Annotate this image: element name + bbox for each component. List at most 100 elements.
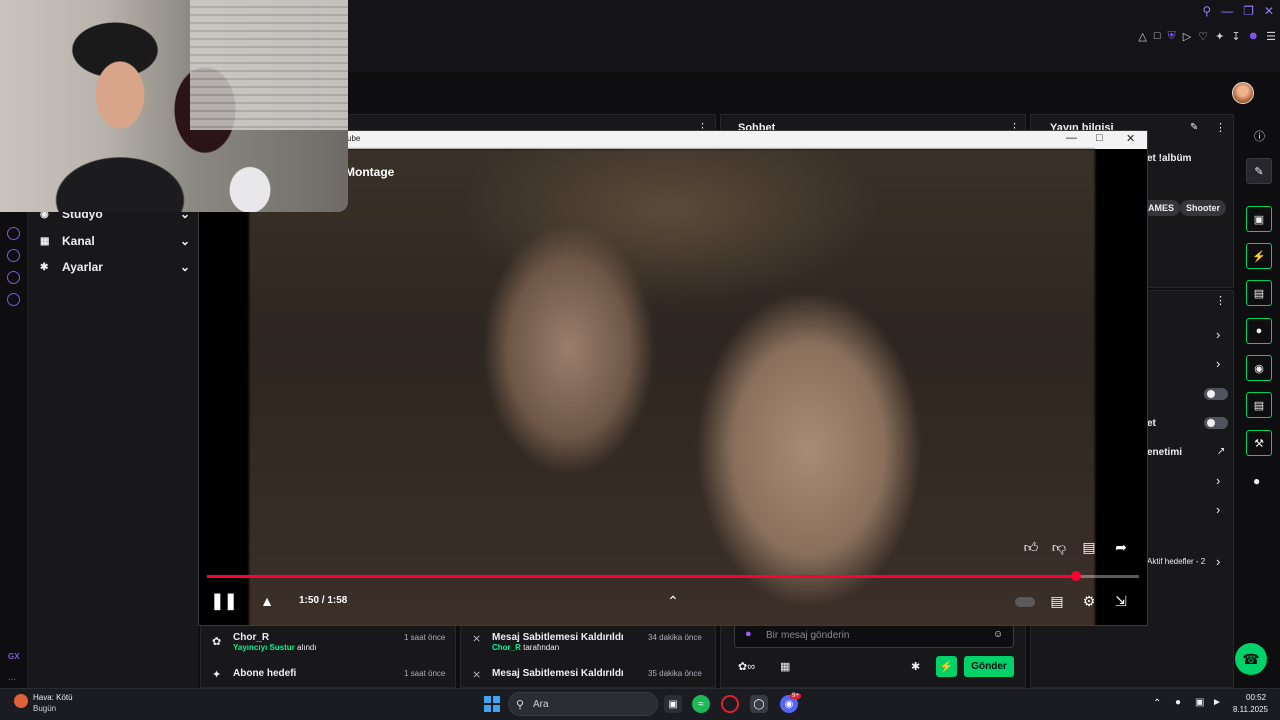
history-icon[interactable] <box>7 249 20 262</box>
chevron-right-icon[interactable]: › <box>1216 327 1220 342</box>
gear-icon[interactable]: ⚙ <box>1079 591 1099 611</box>
chevron-right-icon[interactable]: › <box>1216 473 1220 488</box>
clock-time[interactable]: 00:52 <box>1246 693 1266 702</box>
stream-title-fragment: et !albüm <box>1147 153 1192 164</box>
chevron-down-icon: ⌄ <box>179 260 190 274</box>
settings-icon[interactable] <box>7 293 20 306</box>
list-item[interactable]: Mesaj Sabitlemesi Kaldırıldı Chor_R tara… <box>492 632 624 652</box>
close-icon[interactable]: ✕ <box>1126 132 1135 145</box>
unpin-icon: ⨯ <box>472 633 482 645</box>
bits-icon[interactable]: ✿∞ <box>738 660 755 673</box>
send-button[interactable]: Gönder <box>964 656 1014 677</box>
snapshot-icon[interactable]: □ <box>1154 30 1161 43</box>
comments-icon[interactable]: ▤ <box>1079 537 1099 557</box>
store-icon[interactable]: ▦ <box>780 660 790 673</box>
minimize-icon[interactable]: — <box>1221 4 1233 18</box>
support-icon[interactable]: ☎ <box>1235 643 1267 675</box>
external-link-icon[interactable]: ↗ <box>1217 446 1225 457</box>
clip-icon[interactable]: ▣ <box>1246 206 1272 232</box>
share-icon[interactable]: ➦ <box>1111 537 1131 557</box>
edit-icon[interactable]: ✎ <box>1190 122 1198 133</box>
dislike-icon[interactable]: 👎︎ <box>1049 537 1069 557</box>
menu-icon[interactable]: ☰ <box>1266 30 1276 43</box>
maximize-icon[interactable]: □ <box>1096 132 1103 144</box>
toggle-switch[interactable] <box>1204 388 1228 400</box>
speaker-icon[interactable]: ► <box>1212 697 1222 708</box>
chevron-right-icon[interactable]: › <box>1216 502 1220 517</box>
event-time: 34 dakika önce <box>648 633 702 642</box>
chevron-right-icon[interactable]: › <box>1216 356 1220 371</box>
search-icon[interactable]: ⚲ <box>1202 4 1211 18</box>
chevron-right-icon[interactable]: › <box>1216 554 1220 569</box>
task-view-icon[interactable]: ▣ <box>664 695 682 713</box>
play-icon[interactable]: ▷ <box>1183 30 1191 43</box>
toggle-switch[interactable] <box>1204 417 1228 429</box>
more-options-icon[interactable]: ⋮ <box>1215 121 1226 134</box>
pause-icon[interactable]: ❚❚ <box>211 591 238 611</box>
list-item[interactable]: Mesaj Sabitlemesi Kaldırıldı <box>492 668 624 679</box>
emoji-icon[interactable]: ☺ <box>993 629 1003 640</box>
more-icon[interactable]: ... <box>8 672 16 683</box>
layout-icon[interactable]: ▤ <box>1246 392 1272 418</box>
windows-start-icon[interactable] <box>484 696 500 712</box>
wrench-icon[interactable]: ⚒ <box>1246 430 1272 456</box>
volume-icon[interactable]: ▲ <box>257 591 277 611</box>
chevron-up-icon[interactable]: ⌃ <box>663 591 683 611</box>
browser-toolbar: △ □ ⛨ ▷ ♡ ✦ ↧ ☻ ☰ <box>1138 30 1276 43</box>
opera-gx-icon[interactable]: ◯ <box>750 695 768 713</box>
list-item[interactable]: Chor_R Yayıncıyı Sustur alındı <box>233 632 317 652</box>
opera-icon[interactable] <box>721 695 739 713</box>
spotify-icon[interactable]: ≈ <box>692 695 710 713</box>
list-item[interactable]: Abone hedefi <box>233 668 296 679</box>
display-icon[interactable]: ▣ <box>1195 697 1204 708</box>
heart-icon[interactable]: ♡ <box>1198 30 1208 43</box>
account-icon[interactable]: ☻ <box>1248 30 1260 43</box>
mic-icon[interactable]: ● <box>1175 697 1181 708</box>
shield-icon[interactable]: ⛨ <box>1168 30 1176 43</box>
sidebar-app-icon[interactable] <box>7 227 20 240</box>
minimize-icon[interactable]: — <box>1066 132 1077 144</box>
extension-icon[interactable]: ⚡ <box>936 656 957 677</box>
search-icon: ⚲ <box>516 699 525 711</box>
restore-icon[interactable]: ❐ <box>1243 4 1254 18</box>
clock-date[interactable]: 8.11.2025 <box>1233 705 1268 714</box>
chat-bubble-icon[interactable]: ● <box>1246 318 1272 344</box>
download-icon[interactable]: ↧ <box>1231 30 1240 43</box>
nav-item-channel[interactable]: ▦ Kanal ⌄ <box>40 230 190 252</box>
progress-fill <box>207 575 1076 578</box>
extensions-icon[interactable]: ✦ <box>1215 30 1224 43</box>
avatar[interactable] <box>1232 82 1254 104</box>
autoplay-toggle[interactable] <box>1015 597 1035 607</box>
event-time: 1 saat önce <box>404 669 446 678</box>
like-icon[interactable]: 👍︎ <box>1021 537 1041 557</box>
chevron-up-icon[interactable]: ⌃ <box>1153 698 1161 709</box>
broadcast-icon[interactable]: ◉ <box>1246 355 1272 381</box>
nav-item-settings[interactable]: ✱ Ayarlar ⌄ <box>40 256 190 278</box>
lightning-icon[interactable]: ⚡ <box>1246 243 1272 269</box>
pin-icon[interactable]: △ <box>1138 30 1146 43</box>
taskbar-search[interactable] <box>508 692 658 716</box>
info-icon[interactable]: ⓘ <box>1254 128 1265 144</box>
time-display: 1:50 / 1:58 <box>299 595 348 606</box>
nav-item-label: Ayarlar <box>62 260 103 274</box>
weather-subtitle: Bugün <box>33 704 57 713</box>
exit-fullscreen-icon[interactable]: ⇲ <box>1111 591 1131 611</box>
more-options-icon[interactable]: ⋮ <box>1215 294 1226 307</box>
settings-icon: ✱ <box>40 261 49 273</box>
settings-icon[interactable]: ✱ <box>911 660 920 673</box>
browser-window-controls: ⚲ — ❐ ✕ <box>1202 4 1274 18</box>
category-tag[interactable]: Shooter <box>1180 200 1227 216</box>
progress-handle[interactable] <box>1071 571 1081 581</box>
mic-icon[interactable]: ● <box>745 628 752 640</box>
extensions-icon[interactable]: ● <box>1253 474 1260 488</box>
edit-icon[interactable]: ✎ <box>1246 158 1272 184</box>
weather-icon[interactable] <box>14 694 28 708</box>
notes-icon[interactable]: ▤ <box>1246 280 1272 306</box>
weather-title[interactable]: Hava: Kötü <box>33 693 73 702</box>
sidebar-app-icon[interactable] <box>7 271 20 284</box>
active-goals-label[interactable]: Aktif hedefler - 2 <box>1147 557 1205 566</box>
subtitles-icon[interactable]: ▤ <box>1047 591 1067 611</box>
close-icon[interactable]: ✕ <box>1264 4 1274 18</box>
gx-label[interactable]: GX <box>8 652 20 661</box>
video-frame[interactable] <box>249 149 1095 625</box>
